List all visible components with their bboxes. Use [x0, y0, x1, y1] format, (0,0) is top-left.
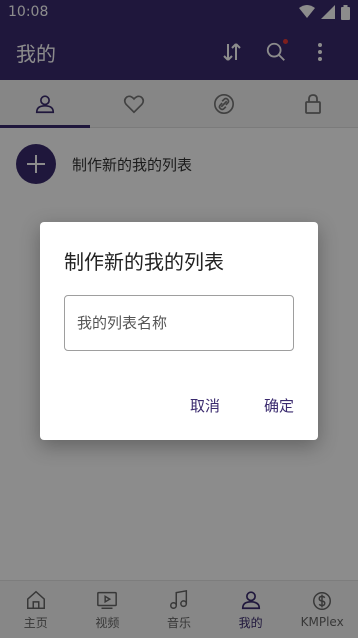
confirm-button[interactable]: 确定 [256, 391, 302, 420]
dialog-actions: 取消 确定 [182, 391, 302, 420]
create-list-dialog: 制作新的我的列表 取消 确定 [40, 222, 318, 440]
cancel-button[interactable]: 取消 [182, 391, 228, 420]
list-name-input[interactable] [64, 295, 294, 351]
dialog-title: 制作新的我的列表 [64, 250, 224, 274]
